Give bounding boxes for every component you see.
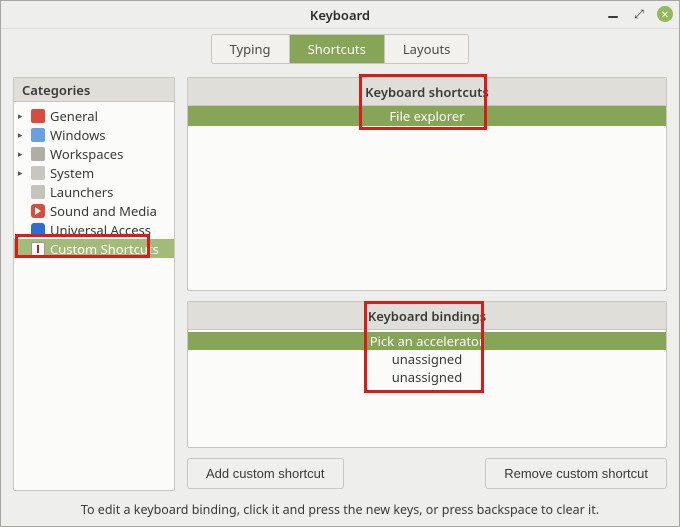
category-universal-access[interactable]: Universal Access: [14, 220, 174, 239]
category-custom-shortcuts[interactable]: Custom Shortcuts: [14, 239, 174, 258]
universal-access-icon: [30, 222, 46, 238]
tabs: Typing Shortcuts Layouts: [211, 34, 470, 64]
right-column: Keyboard shortcuts File explorer Keyboar…: [187, 77, 667, 491]
binding-row[interactable]: Pick an accelerator: [188, 332, 666, 350]
maximize-button[interactable]: ⤢: [631, 6, 647, 22]
categories-panel: Categories ▸ General ▸ Windows ▸ Workspa…: [13, 77, 175, 491]
sound-icon: [30, 203, 46, 219]
keyboard-bindings-panel: Keyboard bindings Pick an accelerator un…: [187, 301, 667, 448]
binding-row[interactable]: unassigned: [192, 368, 662, 386]
hint-text: To edit a keyboard binding, click it and…: [1, 495, 679, 526]
action-buttons: Add custom shortcut Remove custom shortc…: [187, 458, 667, 491]
category-launchers[interactable]: Launchers: [14, 182, 174, 201]
close-button[interactable]: ✕: [657, 6, 673, 22]
add-custom-shortcut-button[interactable]: Add custom shortcut: [187, 458, 344, 489]
window-controls: ⤢ ✕: [605, 6, 673, 22]
binding-row[interactable]: unassigned: [192, 350, 662, 368]
category-general[interactable]: ▸ General: [14, 106, 174, 125]
remove-custom-shortcut-button[interactable]: Remove custom shortcut: [485, 458, 667, 489]
category-label: Custom Shortcuts: [50, 240, 159, 258]
system-icon: [30, 165, 46, 181]
category-sound-media[interactable]: Sound and Media: [14, 201, 174, 220]
body-area: Categories ▸ General ▸ Windows ▸ Workspa…: [1, 69, 679, 495]
category-label: General: [50, 107, 98, 125]
keyboard-bindings-header: Keyboard bindings: [188, 302, 666, 330]
windows-icon: [30, 127, 46, 143]
titlebar: Keyboard ⤢ ✕: [1, 1, 679, 29]
keyboard-shortcuts-header: Keyboard shortcuts: [188, 78, 666, 106]
category-workspaces[interactable]: ▸ Workspaces: [14, 144, 174, 163]
tab-layouts[interactable]: Layouts: [385, 35, 469, 63]
tabs-strip: Typing Shortcuts Layouts: [1, 29, 679, 69]
general-icon: [30, 108, 46, 124]
window-title: Keyboard: [310, 6, 370, 24]
category-label: Workspaces: [50, 145, 123, 163]
category-system[interactable]: ▸ System: [14, 163, 174, 182]
category-label: Universal Access: [50, 221, 151, 239]
custom-shortcuts-icon: [30, 241, 46, 257]
tab-shortcuts[interactable]: Shortcuts: [290, 35, 385, 63]
category-label: System: [50, 164, 94, 182]
shortcut-row[interactable]: File explorer: [188, 106, 666, 126]
workspaces-icon: [30, 146, 46, 162]
categories-header: Categories: [14, 78, 174, 102]
minimize-button[interactable]: [605, 6, 621, 22]
category-label: Sound and Media: [50, 202, 157, 220]
chevron-right-icon: ▸: [18, 128, 26, 141]
chevron-right-icon: ▸: [18, 166, 26, 179]
category-label: Windows: [50, 126, 106, 144]
chevron-right-icon: ▸: [18, 147, 26, 160]
keyboard-shortcuts-panel: Keyboard shortcuts File explorer: [187, 77, 667, 291]
chevron-right-icon: ▸: [18, 109, 26, 122]
category-label: Launchers: [50, 183, 113, 201]
tab-typing[interactable]: Typing: [212, 35, 290, 63]
bindings-list: Pick an accelerator unassigned unassigne…: [188, 330, 666, 388]
category-windows[interactable]: ▸ Windows: [14, 125, 174, 144]
launchers-icon: [30, 184, 46, 200]
categories-list: ▸ General ▸ Windows ▸ Workspaces ▸: [14, 102, 174, 490]
keyboard-settings-window: Keyboard ⤢ ✕ Typing Shortcuts Layouts Ca…: [0, 0, 680, 527]
